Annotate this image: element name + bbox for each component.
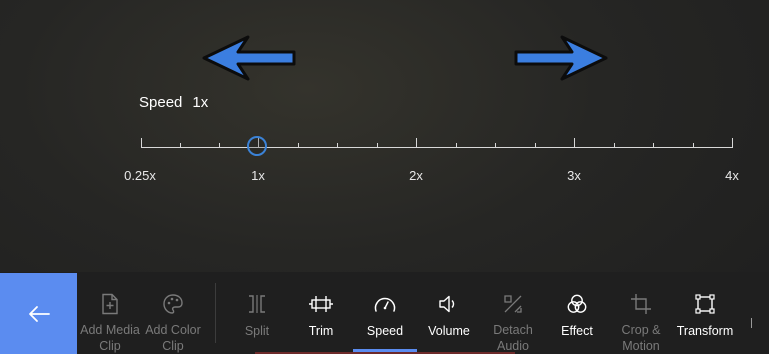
effect-icon [567, 294, 587, 313]
right-arrow-icon [514, 35, 608, 81]
slider-minor-tick [337, 143, 338, 148]
transform-icon [695, 294, 715, 314]
arrow-left-icon [28, 305, 50, 322]
split-button[interactable]: Split [226, 272, 288, 354]
speed-readout: Speed 1x [139, 94, 208, 111]
slider-major-tick [574, 138, 575, 148]
speed-button[interactable]: Speed [353, 272, 417, 354]
slider-major-tick [141, 138, 142, 148]
bottom-toolbar: Add Media Clip Add Color Clip Split Trim… [0, 272, 769, 354]
volume-button[interactable]: Volume [418, 272, 480, 354]
add-media-clip-button[interactable]: Add Media Clip [78, 272, 142, 354]
crop-motion-button[interactable]: Crop & Motion [610, 272, 672, 354]
slider-minor-tick [614, 143, 615, 148]
tool-label: Effect [561, 324, 593, 338]
speed-slider[interactable]: 0.25x 1x 2x 3x 4x [0, 130, 769, 190]
slider-major-tick [416, 138, 417, 148]
palette-icon [163, 293, 183, 314]
scroll-edge-marker [751, 318, 752, 328]
tool-label: Trim [308, 324, 334, 338]
trim-button[interactable]: Trim [290, 272, 352, 354]
slider-minor-tick [693, 143, 694, 148]
detach-audio-icon [504, 294, 522, 313]
speed-label: Speed [139, 94, 183, 111]
tool-label: Add Color Clip [145, 323, 201, 353]
tool-label: Detach Audio [493, 323, 533, 353]
speed-value: 1x [192, 94, 209, 111]
crop-icon [631, 293, 651, 314]
tick-label: 0.25x [124, 168, 156, 183]
slider-minor-tick [219, 143, 220, 148]
tool-label: Split [244, 324, 270, 338]
slider-major-tick [732, 138, 733, 148]
tool-label: Add Media Clip [80, 323, 140, 353]
tool-label: Volume [428, 324, 470, 338]
detach-audio-button[interactable]: Detach Audio [482, 272, 544, 354]
tick-label: 4x [725, 168, 739, 183]
slider-minor-tick [653, 143, 654, 148]
tick-label: 1x [251, 168, 265, 183]
tick-label: 2x [409, 168, 423, 183]
add-color-clip-button[interactable]: Add Color Clip [142, 272, 204, 354]
effect-button[interactable]: Effect [546, 272, 608, 354]
trim-icon [309, 296, 333, 312]
volume-icon [439, 295, 455, 313]
slider-thumb[interactable] [247, 136, 267, 156]
left-arrow-icon [202, 35, 296, 81]
transform-button[interactable]: Transform [674, 272, 736, 354]
tool-label: Transform [676, 324, 734, 338]
slider-minor-tick [535, 143, 536, 148]
speedometer-icon [374, 297, 396, 312]
slider-minor-tick [495, 143, 496, 148]
add-file-icon [102, 293, 118, 314]
split-icon [249, 295, 265, 313]
slider-minor-tick [180, 143, 181, 148]
tick-label: 3x [567, 168, 581, 183]
slider-minor-tick [456, 143, 457, 148]
toolbar-divider [215, 283, 216, 343]
slider-minor-tick [377, 143, 378, 148]
slider-track[interactable] [141, 147, 732, 148]
tool-label: Crop & Motion [621, 323, 661, 353]
tool-label: Speed [366, 324, 404, 338]
back-button[interactable] [0, 273, 77, 354]
slider-minor-tick [298, 143, 299, 148]
